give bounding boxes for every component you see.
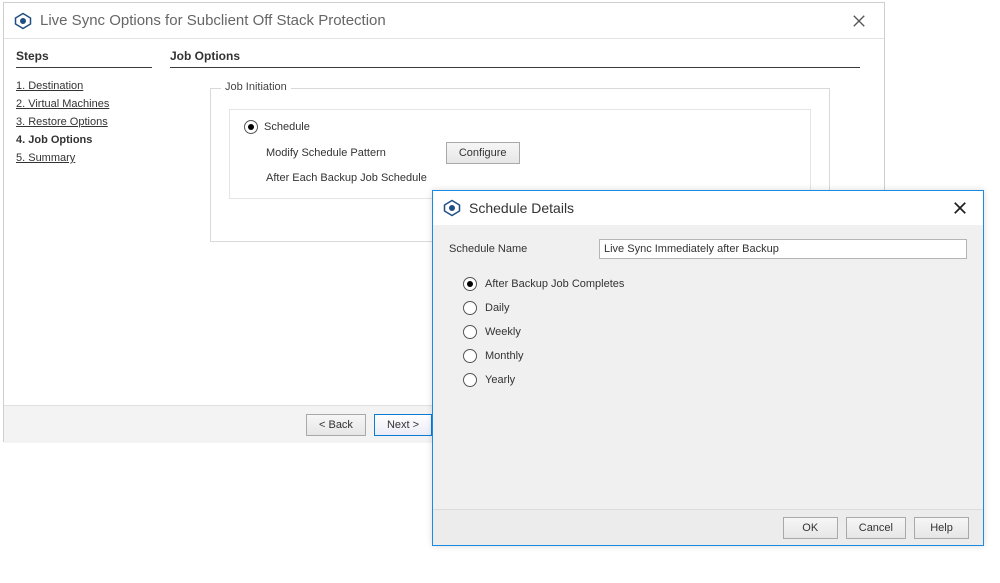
- wizard-titlebar: Live Sync Options for Subclient Off Stac…: [4, 3, 884, 39]
- option-daily[interactable]: Daily: [463, 301, 967, 315]
- next-button[interactable]: Next >: [374, 414, 432, 436]
- step-destination[interactable]: 1. Destination: [16, 80, 152, 92]
- option-after-backup[interactable]: After Backup Job Completes: [463, 277, 967, 291]
- step-restore-options[interactable]: 3. Restore Options: [16, 116, 152, 128]
- schedule-name-label: Schedule Name: [449, 243, 559, 255]
- dialog-title: Schedule Details: [469, 200, 574, 216]
- schedule-group: Schedule Modify Schedule Pattern Configu…: [229, 109, 811, 199]
- radio-selected-icon: [244, 120, 258, 134]
- job-initiation-legend: Job Initiation: [221, 81, 291, 93]
- steps-pane: Steps 1. Destination 2. Virtual Machines…: [4, 39, 164, 405]
- option-label: Monthly: [485, 350, 524, 362]
- modify-pattern-label: Modify Schedule Pattern: [266, 147, 386, 159]
- configure-button[interactable]: Configure: [446, 142, 520, 164]
- step-job-options[interactable]: 4. Job Options: [16, 134, 152, 146]
- schedule-details-dialog: Schedule Details Schedule Name After Bac…: [432, 190, 984, 546]
- option-weekly[interactable]: Weekly: [463, 325, 967, 339]
- option-yearly[interactable]: Yearly: [463, 373, 967, 387]
- option-label: After Backup Job Completes: [485, 278, 624, 290]
- schedule-radio-label: Schedule: [264, 121, 310, 133]
- radio-icon: [463, 349, 477, 363]
- radio-selected-icon: [463, 277, 477, 291]
- app-icon: [14, 12, 32, 30]
- option-monthly[interactable]: Monthly: [463, 349, 967, 363]
- step-summary[interactable]: 5. Summary: [16, 152, 152, 164]
- close-icon[interactable]: [844, 6, 874, 36]
- step-virtual-machines[interactable]: 2. Virtual Machines: [16, 98, 152, 110]
- radio-icon: [463, 325, 477, 339]
- content-heading: Job Options: [170, 49, 860, 68]
- steps-heading: Steps: [16, 49, 152, 68]
- option-label: Daily: [485, 302, 509, 314]
- dialog-body: Schedule Name After Backup Job Completes…: [433, 225, 983, 509]
- after-backup-label: After Each Backup Job Schedule: [266, 172, 796, 184]
- schedule-name-input[interactable]: [599, 239, 967, 259]
- wizard-title: Live Sync Options for Subclient Off Stac…: [40, 12, 386, 29]
- modify-pattern-row: Modify Schedule Pattern Configure: [266, 142, 796, 164]
- app-icon: [443, 199, 461, 217]
- option-label: Weekly: [485, 326, 521, 338]
- help-button[interactable]: Help: [914, 517, 969, 539]
- radio-icon: [463, 373, 477, 387]
- close-icon[interactable]: [947, 195, 973, 221]
- cancel-button[interactable]: Cancel: [846, 517, 906, 539]
- schedule-radio[interactable]: Schedule: [244, 120, 796, 134]
- radio-icon: [463, 301, 477, 315]
- option-label: Yearly: [485, 374, 515, 386]
- dialog-titlebar: Schedule Details: [433, 191, 983, 225]
- dialog-footer: OK Cancel Help: [433, 509, 983, 545]
- schedule-name-row: Schedule Name: [449, 239, 967, 259]
- ok-button[interactable]: OK: [783, 517, 838, 539]
- back-button[interactable]: < Back: [306, 414, 366, 436]
